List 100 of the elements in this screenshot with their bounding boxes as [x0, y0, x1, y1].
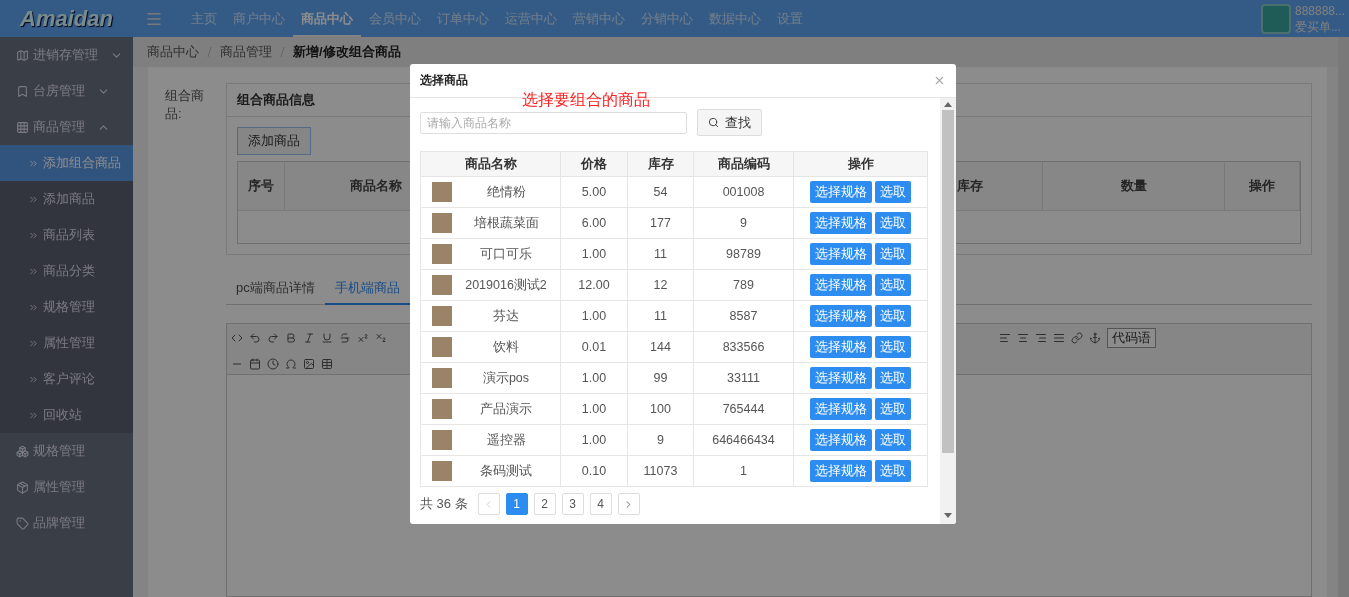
bookmark-icon [16, 84, 29, 98]
choose-spec-button[interactable]: 选择规格 [810, 305, 872, 327]
table-cell: 1.00 [560, 393, 628, 425]
anchor-icon[interactable] [1089, 332, 1101, 345]
table-cell: 646466434 [693, 424, 794, 456]
italic-icon[interactable] [303, 332, 315, 345]
map-icon [16, 48, 29, 62]
table-cell-text: 演示pos [481, 371, 531, 385]
photo-placeholder [432, 275, 452, 295]
close-icon[interactable] [933, 74, 946, 87]
photo-placeholder [432, 244, 452, 264]
total-count: 共 36 条 [420, 495, 468, 513]
search-field[interactable]: 请输入商品名称 [420, 111, 687, 134]
align-center-icon[interactable] [1017, 332, 1029, 345]
table-cell-text: 芬达 [492, 309, 520, 323]
nav-item[interactable]: 运营中心 [497, 0, 565, 37]
down-arrow-icon[interactable] [944, 513, 952, 518]
table-cell: 1.00 [560, 424, 628, 456]
nav-item[interactable]: 数据中心 [701, 0, 769, 37]
font-select[interactable]: 代码语 [1107, 328, 1156, 349]
choose-spec-button[interactable]: 选择规格 [810, 274, 872, 296]
select-button[interactable]: 选取 [875, 243, 911, 265]
sidebar-subitem[interactable]: 规格管理 [0, 289, 133, 325]
sidebar-label: 商品分类 [43, 262, 95, 280]
breadcrumb-item[interactable]: 商品管理 [220, 43, 272, 61]
choose-spec-button[interactable]: 选择规格 [810, 181, 872, 203]
nav-item[interactable]: 订单中心 [429, 0, 497, 37]
table-cell: 11 [627, 300, 694, 332]
user-name: 888888... [1294, 2, 1345, 19]
choose-spec-button[interactable]: 选择规格 [810, 460, 872, 482]
select-button[interactable]: 选取 [875, 336, 911, 358]
breadcrumb-item[interactable]: 商品中心 [147, 43, 199, 61]
subscript-icon[interactable] [375, 332, 387, 345]
scrollbar[interactable] [940, 98, 956, 524]
select-button[interactable]: 选取 [875, 460, 911, 482]
strikethrough-icon[interactable] [339, 332, 351, 345]
choose-spec-button[interactable]: 选择规格 [810, 398, 872, 420]
select-button[interactable]: 选取 [875, 429, 911, 451]
search-button[interactable]: 查找 [697, 109, 762, 136]
table-cell: 177 [627, 207, 694, 239]
image-icon[interactable] [303, 357, 315, 370]
page-button[interactable]: 3 [561, 493, 584, 515]
redo-icon[interactable] [267, 332, 279, 345]
table-cell-text: 培根蔬菜面 [472, 216, 540, 230]
table-cell: 12 [627, 269, 694, 301]
scrollbar-thumb[interactable] [942, 110, 954, 453]
page-button[interactable]: 2 [533, 493, 556, 515]
sidebar-subitem[interactable]: 商品列表 [0, 217, 133, 253]
up-arrow-icon[interactable] [944, 102, 952, 107]
page-button[interactable]: 1 [505, 493, 528, 515]
add-product-button[interactable]: 添加商品 [237, 127, 311, 155]
column-header: 库存 [627, 151, 694, 177]
table-cell: 8587 [693, 300, 794, 332]
photo-placeholder [432, 368, 452, 388]
sidebar-subitem[interactable]: 添加组合商品 [0, 145, 133, 181]
page-scrollbar[interactable] [1338, 37, 1349, 597]
clock-icon[interactable] [267, 357, 279, 370]
undo-icon[interactable] [249, 332, 261, 345]
underline-icon[interactable] [321, 332, 333, 345]
select-button[interactable]: 选取 [875, 398, 911, 420]
link-icon[interactable] [1071, 332, 1083, 345]
omega-icon[interactable] [285, 357, 297, 370]
select-button[interactable]: 选取 [875, 305, 911, 327]
sidebar-subitem[interactable]: 添加商品 [0, 181, 133, 217]
sidebar-label: 回收站 [43, 406, 82, 424]
sidebar-subitem[interactable]: 客户评论 [0, 361, 133, 397]
table-cell: 12.00 [560, 269, 628, 301]
bold-icon[interactable] [285, 332, 297, 345]
photo-placeholder [432, 213, 452, 233]
choose-spec-button[interactable]: 选择规格 [810, 212, 872, 234]
column-header: 操作 [1225, 162, 1300, 211]
choose-spec-button[interactable]: 选择规格 [810, 243, 872, 265]
align-justify-icon[interactable] [1053, 332, 1065, 345]
nav-item[interactable]: 营销中心 [565, 0, 633, 37]
table-cell: 765444 [693, 393, 794, 425]
table-cell: 001008 [693, 176, 794, 208]
sidebar-subitem[interactable]: 属性管理 [0, 325, 133, 361]
select-button[interactable]: 选取 [875, 367, 911, 389]
table-icon[interactable] [321, 357, 333, 370]
table-cell-text: 遥控器 [485, 433, 527, 447]
select-button[interactable]: 选取 [875, 181, 911, 203]
align-left-icon[interactable] [999, 332, 1011, 345]
table-cell-text: 饮料 [492, 340, 520, 354]
calendar-icon[interactable] [249, 357, 261, 370]
select-button[interactable]: 选取 [875, 212, 911, 234]
tab[interactable]: pc端商品详情 [226, 273, 325, 305]
nav-item[interactable]: 分销中心 [633, 0, 701, 37]
sidebar-subitem[interactable]: 商品分类 [0, 253, 133, 289]
field-label: 组合商品: [165, 87, 205, 123]
nav-item[interactable]: 设置 [769, 0, 811, 37]
table-cell: 9 [693, 207, 794, 239]
choose-spec-button[interactable]: 选择规格 [810, 367, 872, 389]
nav-item[interactable]: 主页 [183, 0, 225, 37]
page-button[interactable]: 4 [589, 493, 612, 515]
choose-spec-button[interactable]: 选择规格 [810, 429, 872, 451]
select-button[interactable]: 选取 [875, 274, 911, 296]
superscript-icon[interactable] [357, 332, 369, 345]
sidebar-subitem[interactable]: 回收站 [0, 397, 133, 433]
align-right-icon[interactable] [1035, 332, 1047, 345]
choose-spec-button[interactable]: 选择规格 [810, 336, 872, 358]
